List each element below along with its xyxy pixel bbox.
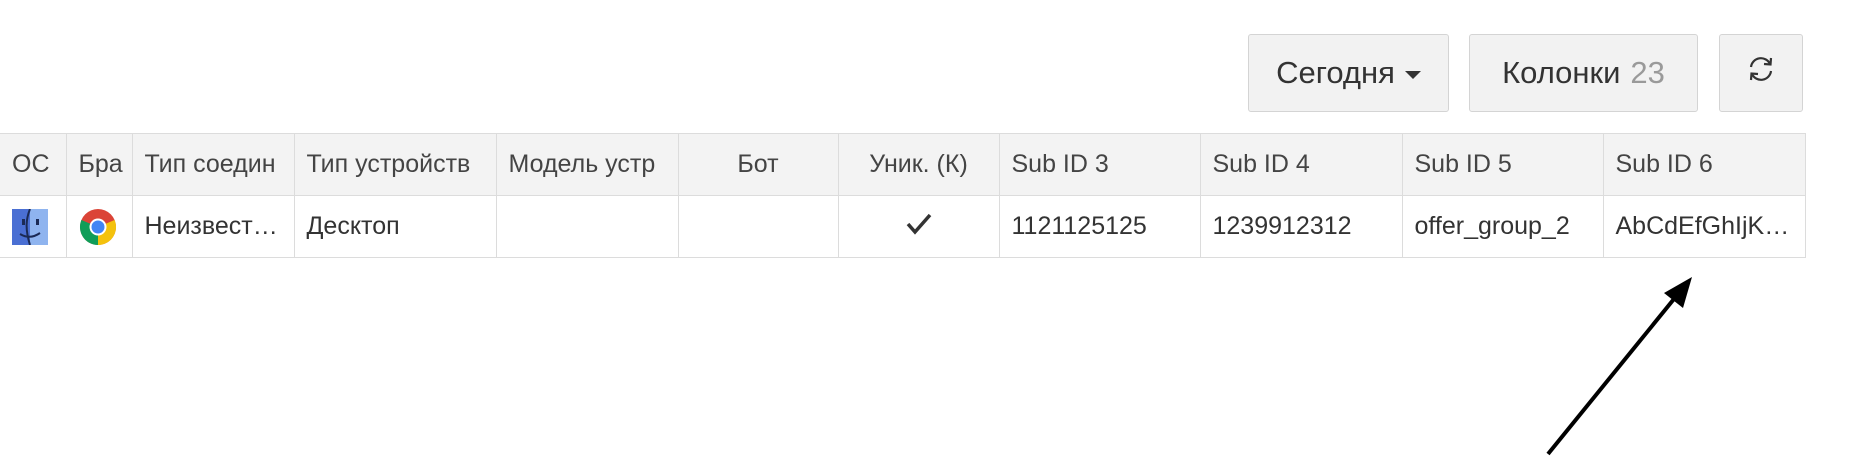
columns-count: 23 bbox=[1630, 55, 1665, 90]
table-header-row: ОС Бра Тип соедин Тип устройств Модель у… bbox=[0, 133, 1806, 196]
cell-device-model bbox=[495, 195, 679, 258]
caret-down-icon bbox=[1404, 70, 1421, 79]
column-header-browser[interactable]: Бра bbox=[65, 133, 133, 196]
column-header-device-type[interactable]: Тип устройств bbox=[293, 133, 497, 196]
cell-bot bbox=[677, 195, 839, 258]
refresh-icon bbox=[1745, 53, 1777, 93]
date-range-dropdown[interactable]: Сегодня bbox=[1248, 34, 1449, 112]
page: Сегодня Колонки 23 ОС Бра Тип соедин Тип… bbox=[0, 0, 1874, 464]
column-header-device-model[interactable]: Модель устр bbox=[495, 133, 679, 196]
cell-unique bbox=[837, 195, 1000, 258]
column-header-os[interactable]: ОС bbox=[0, 133, 67, 196]
column-header-unique[interactable]: Уник. (К) bbox=[837, 133, 1000, 196]
cell-os bbox=[0, 195, 67, 258]
macos-finder-icon bbox=[12, 208, 48, 245]
column-header-sub-id-4[interactable]: Sub ID 4 bbox=[1199, 133, 1403, 196]
column-header-connection-type[interactable]: Тип соедин bbox=[131, 133, 295, 196]
cell-sub-id-3: 1121125125 bbox=[998, 195, 1201, 258]
refresh-button[interactable] bbox=[1719, 34, 1803, 112]
cell-sub-id-5: offer_group_2 bbox=[1401, 195, 1604, 258]
columns-button[interactable]: Колонки 23 bbox=[1469, 34, 1698, 112]
column-header-bot[interactable]: Бот bbox=[677, 133, 839, 196]
cell-connection-type: Неизвест… bbox=[131, 195, 295, 258]
columns-label: Колонки bbox=[1502, 55, 1621, 90]
column-header-sub-id-5[interactable]: Sub ID 5 bbox=[1401, 133, 1604, 196]
chrome-icon bbox=[79, 208, 117, 246]
cell-sub-id-6: AbCdEfGhIjKl… bbox=[1602, 195, 1806, 258]
table-row[interactable]: Неизвест… Десктоп 1121125125 1239912312 … bbox=[0, 195, 1806, 258]
cell-device-type: Десктоп bbox=[293, 195, 497, 258]
clicks-table: ОС Бра Тип соедин Тип устройств Модель у… bbox=[0, 133, 1806, 258]
cell-sub-id-4: 1239912312 bbox=[1199, 195, 1403, 258]
column-header-sub-id-3[interactable]: Sub ID 3 bbox=[998, 133, 1201, 196]
cell-browser bbox=[65, 195, 133, 258]
date-range-label: Сегодня bbox=[1276, 55, 1395, 90]
column-header-sub-id-6[interactable]: Sub ID 6 bbox=[1602, 133, 1806, 196]
checkmark-icon bbox=[905, 210, 933, 243]
